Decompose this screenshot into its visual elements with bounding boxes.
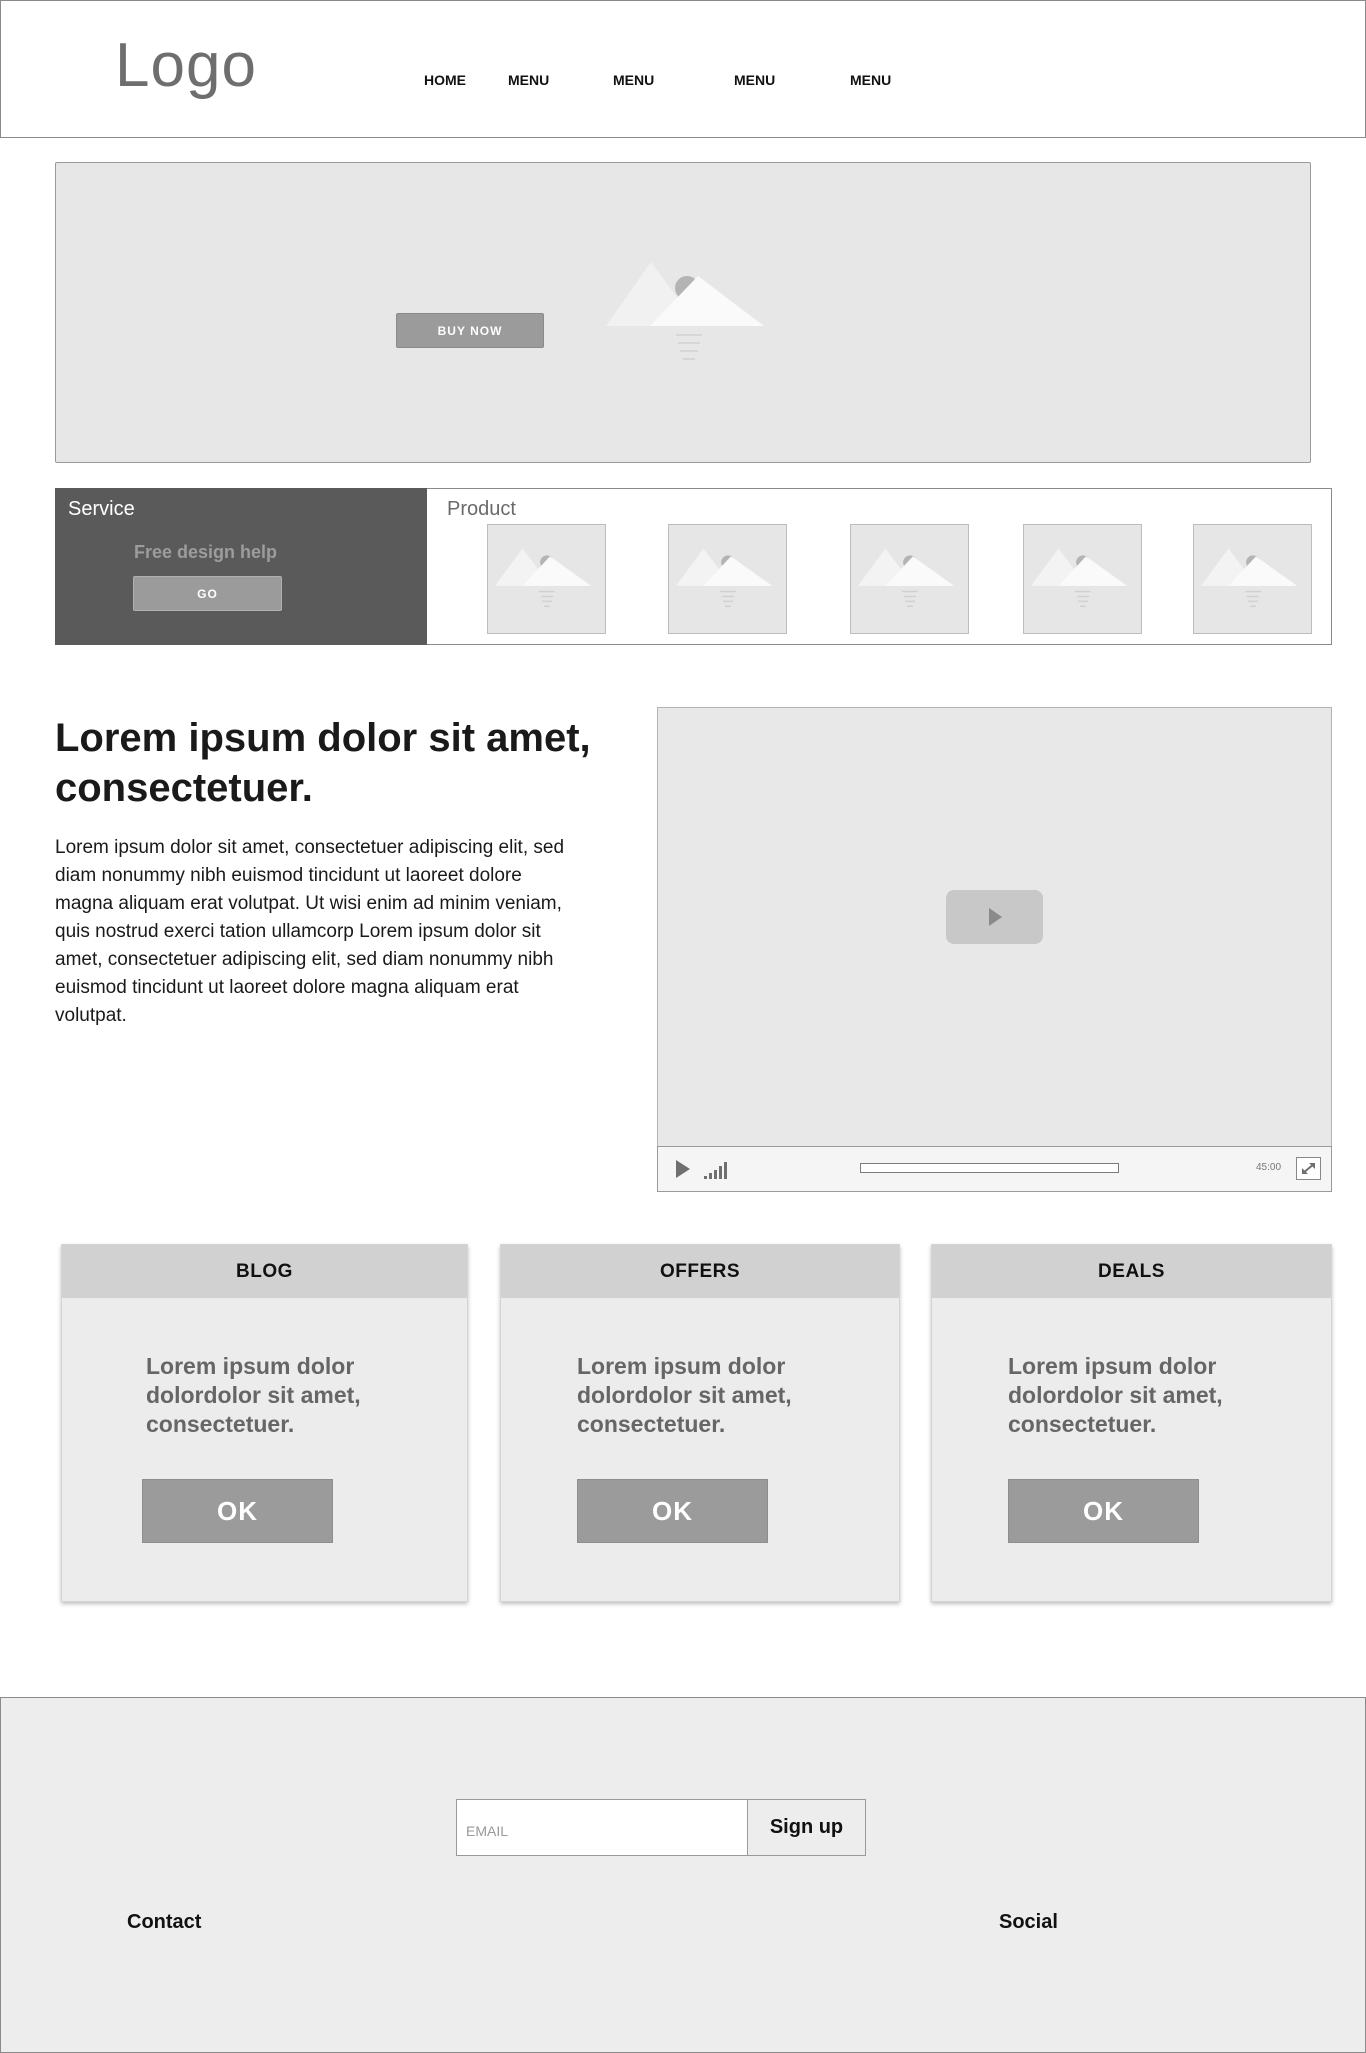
card-text: Lorem ipsum dolor dolordolor sit amet, c… [1008,1353,1223,1437]
site-footer [0,1697,1366,2053]
email-input[interactable] [458,1801,746,1854]
card-ok-button[interactable]: OK [577,1479,768,1543]
product-thumbnail-3[interactable] [850,524,969,634]
footer-contact-heading: Contact [127,1911,202,1933]
card-ok-button[interactable]: OK [142,1479,333,1543]
card-title: BLOG [62,1245,467,1298]
image-placeholder-icon [494,548,592,607]
nav-item-menu-2[interactable]: MENU [613,72,654,88]
card-text: Lorem ipsum dolor dolordolor sit amet, c… [577,1353,792,1437]
image-placeholder-icon [1200,548,1298,607]
nav-item-menu-3[interactable]: MENU [734,72,775,88]
image-placeholder-icon [606,262,764,360]
content-body: Lorem ipsum dolor sit amet, consectetuer… [55,837,565,1026]
image-placeholder-icon [857,548,955,607]
card-title: OFFERS [501,1245,899,1298]
footer-social-heading: Social [999,1911,1058,1933]
product-thumbnail-1[interactable] [487,524,606,634]
play-icon [988,908,1002,926]
image-placeholder-icon [675,548,773,607]
fullscreen-icon [1302,1163,1315,1174]
product-title: Product [447,498,516,520]
card-offers: OFFERS Lorem ipsum dolor dolordolor sit … [500,1244,900,1602]
nav-item-menu-4[interactable]: MENU [850,72,891,88]
play-icon[interactable] [675,1159,691,1179]
buy-now-button[interactable]: BUY NOW [396,313,544,348]
video-progress-bar[interactable] [860,1163,1119,1173]
card-title: DEALS [932,1245,1331,1298]
card-ok-button[interactable]: OK [1008,1479,1199,1543]
nav-item-home[interactable]: HOME [424,72,466,88]
card-blog: BLOG Lorem ipsum dolor dolordolor sit am… [61,1244,468,1602]
product-thumbnail-5[interactable] [1193,524,1312,634]
product-thumbnail-2[interactable] [668,524,787,634]
sign-up-button[interactable]: Sign up [747,1800,865,1855]
logo[interactable]: Logo [115,30,257,101]
fullscreen-button[interactable] [1296,1157,1321,1180]
video-play-button[interactable] [946,890,1043,944]
video-player[interactable] [657,707,1332,1192]
content-headline: Lorem ipsum dolor sit amet, consectetuer… [55,716,591,810]
product-thumbnail-4[interactable] [1023,524,1142,634]
volume-icon[interactable] [703,1160,731,1180]
card-deals: DEALS Lorem ipsum dolor dolordolor sit a… [931,1244,1332,1602]
service-title: Service [68,498,135,520]
go-button[interactable]: GO [133,576,282,611]
service-subtitle: Free design help [134,542,278,562]
card-text: Lorem ipsum dolor dolordolor sit amet, c… [146,1353,361,1437]
nav-item-menu-1[interactable]: MENU [508,72,549,88]
video-time: 45:00 [1256,1162,1282,1173]
image-placeholder-icon [1030,548,1128,607]
